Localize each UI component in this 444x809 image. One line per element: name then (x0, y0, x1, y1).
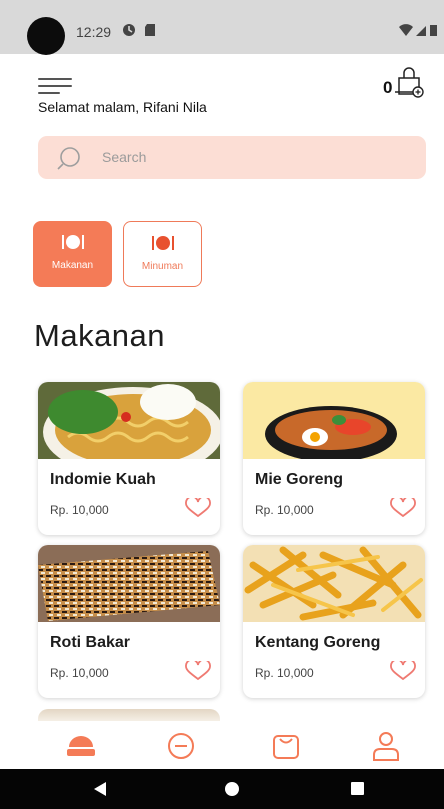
product-price: Rp. 10,000 (255, 666, 314, 680)
cart-count: 0 (383, 78, 393, 97)
shopping-bag-icon (395, 67, 424, 98)
system-navigation-bar (0, 769, 444, 809)
dish-icon (61, 235, 84, 249)
favorite-heart-icon[interactable] (185, 498, 211, 518)
category-label: Makanan (51, 260, 94, 271)
product-card[interactable]: Kentang Goreng Rp. 10,000 (243, 545, 425, 698)
favorite-heart-icon[interactable] (390, 661, 416, 681)
search-icon (57, 147, 80, 170)
dish-icon (151, 236, 174, 250)
cart-button[interactable]: 0 (383, 66, 428, 102)
product-price: Rp. 10,000 (50, 666, 109, 680)
search-input[interactable]: Search (102, 149, 146, 165)
product-price: Rp. 10,000 (50, 503, 109, 517)
home-icon[interactable] (64, 729, 98, 763)
wifi-icon (399, 24, 437, 36)
greeting-text: Selamat malam, Rifani Nila (38, 99, 207, 115)
back-icon[interactable] (93, 781, 107, 797)
profile-icon[interactable] (369, 729, 403, 763)
orders-icon[interactable] (269, 729, 303, 763)
toast-photo (38, 545, 220, 622)
product-name: Kentang Goreng (255, 634, 381, 651)
product-price: Rp. 10,000 (255, 503, 314, 517)
recents-icon[interactable] (350, 781, 365, 796)
product-name: Mie Goreng (255, 471, 344, 488)
product-card[interactable]: Roti Bakar Rp. 10,000 (38, 545, 220, 698)
french-fries-photo (243, 545, 425, 622)
bottom-navigation (0, 721, 444, 769)
category-minuman[interactable]: Minuman (123, 221, 202, 287)
home-circle-icon[interactable] (224, 781, 240, 797)
product-card[interactable]: Indomie Kuah Rp. 10,000 (38, 382, 220, 535)
noodle-soup-photo (38, 382, 220, 459)
status-bar: 12:29 (0, 0, 444, 55)
camera-cutout (27, 17, 65, 55)
fried-noodle-photo (243, 382, 425, 459)
category-makanan[interactable]: Makanan (33, 221, 112, 287)
category-label: Minuman (141, 261, 184, 272)
product-name: Indomie Kuah (50, 471, 156, 488)
section-title: Makanan (34, 318, 166, 353)
promo-icon[interactable] (164, 729, 198, 763)
product-card[interactable]: Mie Goreng Rp. 10,000 (243, 382, 425, 535)
search-bar[interactable]: Search (38, 136, 426, 179)
product-name: Roti Bakar (50, 634, 131, 651)
sync-icon (122, 23, 136, 40)
status-time: 12:29 (76, 24, 112, 40)
status-right-icons (398, 23, 438, 40)
sd-card-icon (144, 23, 156, 40)
hamburger-menu-icon[interactable] (38, 78, 72, 96)
favorite-heart-icon[interactable] (390, 498, 416, 518)
product-card-partial[interactable] (38, 709, 220, 721)
favorite-heart-icon[interactable] (185, 661, 211, 681)
